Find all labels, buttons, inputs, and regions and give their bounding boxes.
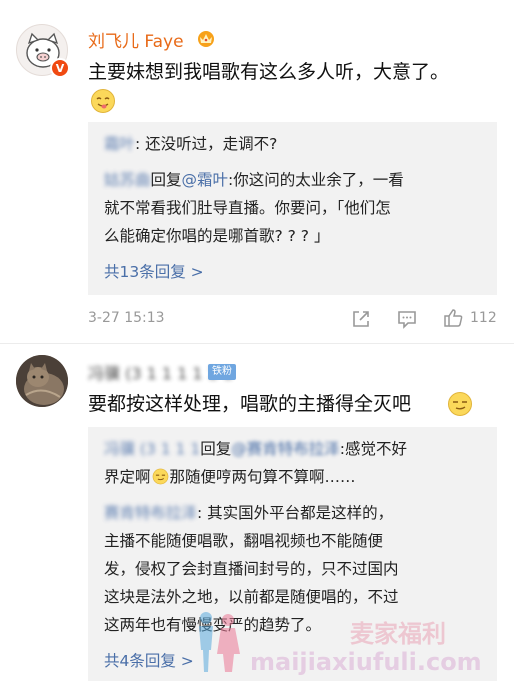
username[interactable]: 刘飞儿 Faye (88, 27, 184, 52)
share-icon[interactable] (350, 308, 372, 330)
comment-text: 主要妹想到我唱歌有这么多人听，大意了。 (88, 61, 450, 83)
tongue-face-emoji-icon (91, 89, 115, 113)
smirk-face-emoji-icon (448, 392, 472, 416)
reply-text-continued: 这块是法外之地，以前都是随便唱的，不过 (104, 588, 399, 606)
fan-badge: 铁粉 (208, 364, 236, 380)
reply-text-continued: 主播不能随便唱歌，翻唱视频也不能随便 (104, 532, 384, 550)
reply-item[interactable]: 冯骥 (3 1 1 1回复@赛肯特布拉泽:感觉不好 (104, 435, 487, 463)
vip-crown-icon (198, 31, 214, 47)
cat-photo-avatar-icon (16, 355, 68, 407)
like-count: 112 (470, 310, 497, 326)
reply-text-continued: 这两年也有慢慢变严的趋势了。 (104, 616, 322, 634)
divider (0, 343, 514, 344)
reply-text-continued: 发，侵权了会封直播间封号的，只不过国内 (104, 560, 399, 578)
reply-item[interactable]: 霜叶: 还没听过，走调不? (104, 130, 487, 158)
smirk-face-emoji-icon (152, 468, 168, 485)
avatar[interactable] (16, 355, 68, 407)
reply-word: 回复 (200, 440, 232, 458)
comment-icon[interactable] (396, 308, 418, 330)
reply-item[interactable]: 姑苏曲回复@霜叶:你这问的太业余了，一看 (104, 166, 487, 194)
reply-author[interactable]: 姑苏曲 (104, 171, 151, 189)
reply-text-continued: 界定啊 那随便哼两句算不算啊…… (104, 468, 356, 486)
reply-text-continued: 么能确定你唱的是哪首歌? ? ? 」 (104, 227, 330, 245)
replies-box: 冯骥 (3 1 1 1回复@赛肯特布拉泽:感觉不好 界定啊 那随便哼两句算不算啊…… (88, 427, 497, 681)
reply-text: : 还没听过，走调不? (135, 135, 278, 153)
reply-text: :你这问的太业余了，一看 (228, 171, 404, 189)
timestamp: 3-27 15:13 (88, 310, 165, 326)
reply-author[interactable]: 赛肯特布拉泽 (104, 504, 197, 522)
reply-text: :感觉不好 (339, 440, 407, 458)
reply-item[interactable]: 赛肯特布拉泽: 其实国外平台都是这样的， (104, 499, 487, 527)
reply-author[interactable]: 冯骥 (3 1 1 1 (104, 440, 200, 458)
reply-author[interactable]: 霜叶 (104, 135, 135, 153)
reply-text-continued: 就不常看我们肚导直播。你要问，「他们怎 (104, 199, 391, 217)
reply-mention[interactable]: @霜叶 (182, 171, 229, 189)
more-replies-link[interactable]: 共13条回复 > (104, 260, 204, 282)
thumbs-up-icon[interactable] (442, 307, 464, 329)
comment-item: V 刘飞儿 Faye 主要妹想到我唱歌有这么多人听，大意了。 霜叶: 还没听过，… (0, 0, 514, 345)
comment-text: 要都按这样处理，唱歌的主播得全灭吧 (88, 393, 412, 415)
reply-mention[interactable]: @赛肯特布拉泽 (231, 440, 340, 458)
reply-word: 回复 (150, 171, 182, 189)
replies-box: 霜叶: 还没听过，走调不? 姑苏曲回复@霜叶:你这问的太业余了，一看 就不常看我… (88, 122, 497, 295)
more-replies-link[interactable]: 共4条回复 > (104, 649, 194, 671)
reply-text: : 其实国外平台都是这样的， (197, 504, 394, 522)
verified-badge-icon: V (50, 58, 70, 78)
